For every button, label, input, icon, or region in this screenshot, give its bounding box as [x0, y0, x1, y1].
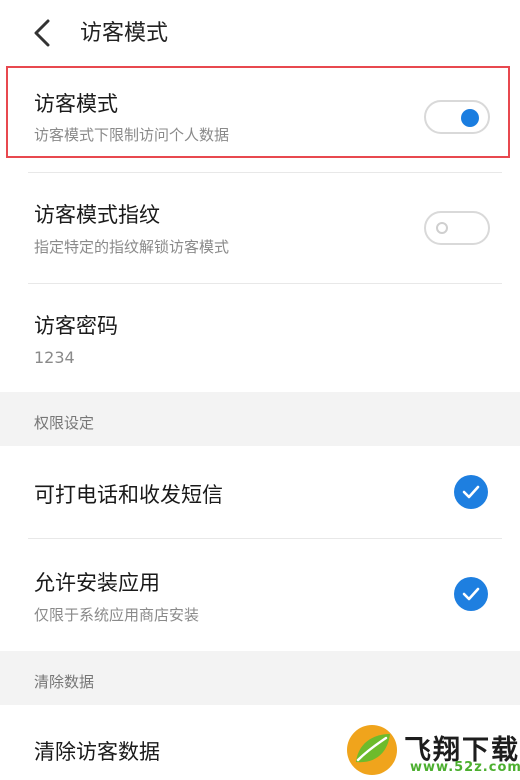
back-button[interactable]: [24, 14, 60, 52]
toggle-knob: [461, 109, 479, 127]
clear-guest-data-title: 清除访客数据: [34, 740, 160, 764]
section-label: 权限设定: [34, 414, 95, 432]
toggle-knob: [436, 222, 448, 234]
guest-password-row[interactable]: 访客密码 1234: [0, 284, 520, 392]
guest-fingerprint-row[interactable]: 访客模式指纹 指定特定的指纹解锁访客模式: [0, 173, 520, 283]
permission-row-calls-sms[interactable]: 可打电话和收发短信: [0, 446, 520, 538]
guest-fingerprint-subtitle: 指定特定的指纹解锁访客模式: [34, 238, 230, 256]
section-label: 清除数据: [34, 673, 95, 691]
top-bar: 访客模式: [0, 0, 520, 66]
guest-mode-row[interactable]: 访客模式 访客模式下限制访问个人数据: [0, 66, 520, 172]
guest-mode-toggle[interactable]: [424, 100, 490, 134]
permissions-section-header: 权限设定: [0, 392, 520, 446]
permission-subtitle: 仅限于系统应用商店安装: [34, 606, 200, 624]
chevron-left-icon: [34, 19, 50, 47]
clear-data-section-header: 清除数据: [0, 651, 520, 705]
checkmark-icon: [462, 485, 480, 499]
checkmark-icon: [462, 587, 480, 601]
guest-fingerprint-toggle[interactable]: [424, 211, 490, 245]
permission-title: 可打电话和收发短信: [34, 483, 223, 507]
guest-mode-subtitle: 访客模式下限制访问个人数据: [34, 126, 230, 144]
guest-password-title: 访客密码: [34, 314, 118, 338]
guest-mode-title: 访客模式: [34, 92, 118, 116]
watermark-url: www.52z.com: [410, 760, 520, 775]
site-watermark: 飞翔下载 www.52z.com: [344, 722, 520, 780]
guest-password-value: 1234: [34, 348, 75, 367]
page-title: 访客模式: [80, 21, 169, 46]
guest-fingerprint-title: 访客模式指纹: [34, 203, 160, 227]
install-apps-checkbox[interactable]: [454, 577, 488, 611]
calls-sms-checkbox[interactable]: [454, 475, 488, 509]
permission-title: 允许安装应用: [34, 571, 160, 595]
leaf-logo-icon: [347, 725, 397, 775]
permission-row-install-apps[interactable]: 允许安装应用 仅限于系统应用商店安装: [0, 539, 520, 651]
